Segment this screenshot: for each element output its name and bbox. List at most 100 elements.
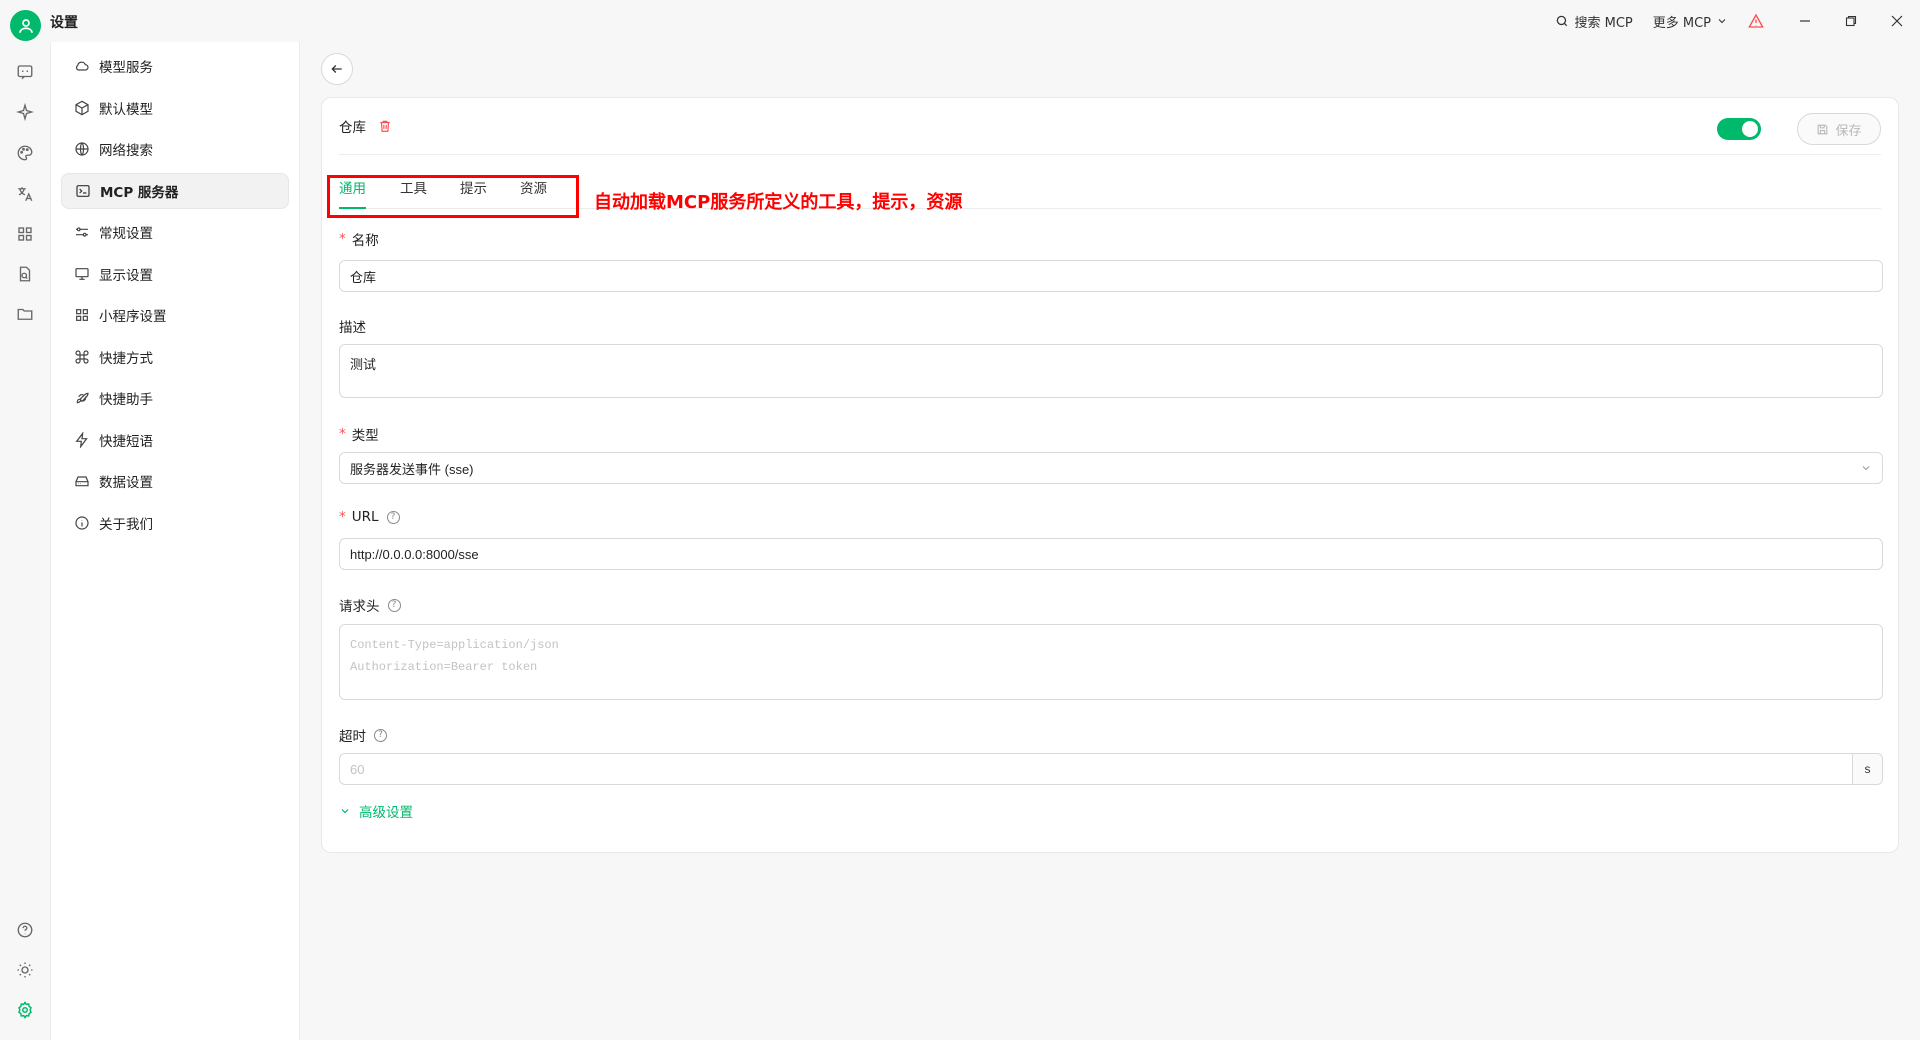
- hard-drive-icon: [73, 472, 91, 490]
- sidebar-item-label: 显示设置: [99, 267, 153, 284]
- cloud-icon: [73, 57, 91, 75]
- sidebar-item-label: 小程序设置: [99, 309, 167, 325]
- url-label-text: URL: [351, 509, 379, 525]
- user-avatar[interactable]: [10, 10, 41, 41]
- url-label: * URL ?: [339, 509, 400, 525]
- minimize-button[interactable]: [1782, 0, 1828, 42]
- rail-sparkle-button[interactable]: [13, 100, 37, 124]
- rail-help-button[interactable]: [13, 918, 37, 942]
- name-value: 仓库: [350, 269, 377, 285]
- save-label: 保存: [1835, 123, 1862, 139]
- rail-settings-button[interactable]: [13, 998, 37, 1022]
- apps-grid-icon: [18, 227, 32, 241]
- user-icon: [18, 18, 33, 33]
- type-select[interactable]: 服务器发送事件 (sse): [339, 452, 1883, 484]
- sidebar-item-label: 关于我们: [99, 516, 153, 533]
- sidebar-item-mini-apps[interactable]: 小程序设置: [61, 297, 289, 333]
- rail-chat-button[interactable]: [13, 60, 37, 84]
- cube-icon: [73, 99, 91, 117]
- sidebar-item-model-service[interactable]: 模型服务: [61, 48, 289, 84]
- type-label-text: 类型: [351, 428, 379, 444]
- rail-document-button[interactable]: [13, 262, 37, 286]
- globe-icon: [73, 140, 91, 158]
- warning-button[interactable]: [1738, 0, 1774, 42]
- rail-translate-button[interactable]: [13, 182, 37, 206]
- save-icon: [1818, 124, 1828, 134]
- sidebar-item-label: 网络搜索: [99, 143, 153, 159]
- sidebar-item-quick-assistant[interactable]: 快捷助手: [61, 380, 289, 416]
- question-icon[interactable]: ?: [386, 510, 400, 524]
- close-button[interactable]: [1874, 0, 1920, 42]
- chevron-down-icon: [341, 809, 349, 814]
- chevron-down-icon: [1862, 466, 1870, 471]
- help-icon: [17, 922, 33, 938]
- sidebar-item-quick-phrases[interactable]: 快捷短语: [61, 422, 289, 458]
- rail-palette-button[interactable]: [13, 141, 37, 165]
- more-mcp-label: 更多 MCP: [1652, 15, 1711, 31]
- sidebar-item-label: 快捷短语: [99, 433, 153, 450]
- palette-icon: [17, 145, 33, 161]
- advanced-settings-toggle[interactable]: 高级设置: [339, 801, 413, 821]
- rail-theme-button[interactable]: [13, 958, 37, 982]
- search-mcp-label: 搜索 MCP: [1574, 15, 1633, 31]
- search-mcp-button[interactable]: 搜索 MCP: [1545, 0, 1642, 42]
- delete-button[interactable]: [378, 119, 392, 133]
- settings-sidebar: 模型服务 默认模型 网络搜索 MCP 服务器 常规设置 显示设置 小程序设置 快…: [50, 42, 300, 1040]
- close-icon: [1891, 15, 1903, 27]
- timeout-unit: s: [1852, 754, 1882, 784]
- warning-icon: [1748, 13, 1764, 28]
- question-icon[interactable]: ?: [374, 728, 387, 742]
- chevron-down-icon: [1718, 19, 1726, 24]
- timeout-label: 超时 ?: [339, 725, 387, 745]
- more-mcp-dropdown[interactable]: 更多 MCP: [1643, 0, 1738, 42]
- back-button[interactable]: [321, 53, 353, 85]
- sidebar-item-general[interactable]: 常规设置: [61, 214, 289, 250]
- timeout-placeholder: 60: [350, 761, 365, 777]
- sidebar-item-shortcuts[interactable]: 快捷方式: [61, 339, 289, 375]
- main-content: 仓库 保存 通用 工具 提示 资源 自动加载MCP服务所定义的工具，提示，资源 …: [301, 42, 1920, 1040]
- required-mark: *: [339, 509, 346, 525]
- url-input[interactable]: http://0.0.0.0:8000/sse: [339, 538, 1883, 570]
- sidebar-item-label: 常规设置: [99, 226, 153, 242]
- required-mark: *: [339, 426, 346, 442]
- card-header: 仓库 保存: [339, 98, 1881, 155]
- info-icon: [73, 514, 91, 532]
- trash-icon: [380, 120, 390, 132]
- sidebar-item-about[interactable]: 关于我们: [61, 505, 289, 541]
- terminal-icon: [74, 182, 92, 200]
- window-title: 设置: [50, 15, 78, 31]
- question-icon[interactable]: ?: [387, 598, 401, 612]
- description-textarea[interactable]: 测试: [339, 344, 1883, 398]
- document-icon: [19, 266, 31, 282]
- sidebar-item-data[interactable]: 数据设置: [61, 463, 289, 499]
- translate-icon: [18, 187, 33, 202]
- sidebar-item-display[interactable]: 显示设置: [61, 256, 289, 292]
- rail-apps-button[interactable]: [13, 222, 37, 246]
- rail-folder-button[interactable]: [13, 302, 37, 326]
- headers-textarea[interactable]: Content-Type=application/json Authorizat…: [339, 624, 1883, 700]
- sliders-icon: [73, 223, 91, 241]
- title-bar: 设置 搜索 MCP 更多 MCP: [0, 0, 1920, 42]
- sidebar-item-label: MCP 服务器: [100, 184, 179, 201]
- sidebar-item-default-model[interactable]: 默认模型: [61, 90, 289, 126]
- folder-icon: [17, 308, 33, 320]
- sidebar-item-mcp-server[interactable]: MCP 服务器: [61, 172, 289, 209]
- sidebar-item-label: 快捷助手: [99, 392, 153, 408]
- name-label: * 名称: [339, 229, 379, 249]
- mcp-server-card: 仓库 保存 通用 工具 提示 资源 自动加载MCP服务所定义的工具，提示，资源 …: [321, 97, 1899, 853]
- headers-label: 请求头 ?: [339, 595, 401, 615]
- name-input[interactable]: 仓库: [339, 260, 1883, 292]
- sidebar-item-web-search[interactable]: 网络搜索: [61, 131, 289, 167]
- rocket-icon: [73, 389, 91, 407]
- server-enabled-toggle[interactable]: [1717, 118, 1761, 140]
- name-label-text: 名称: [351, 233, 379, 249]
- sidebar-item-label: 模型服务: [99, 60, 153, 76]
- timeout-input[interactable]: 60 s: [339, 753, 1883, 785]
- bolt-icon: [73, 431, 91, 449]
- save-button[interactable]: 保存: [1797, 113, 1881, 145]
- headers-placeholder-line-2: Authorization=Bearer token: [350, 660, 538, 674]
- monitor-icon: [73, 265, 91, 283]
- arrow-left-icon: [331, 65, 342, 73]
- sidebar-item-label: 快捷方式: [99, 350, 153, 367]
- maximize-button[interactable]: [1828, 0, 1874, 42]
